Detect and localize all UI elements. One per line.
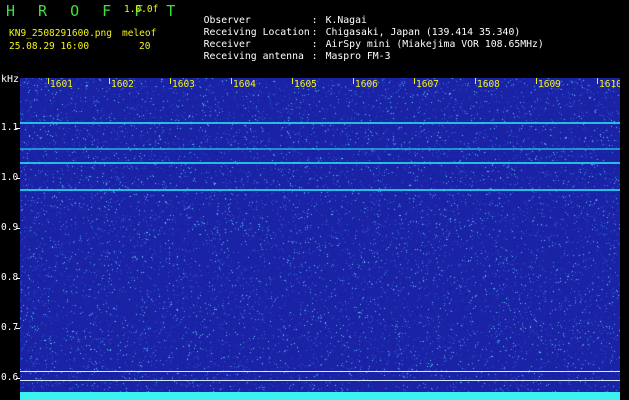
x-tick-mark xyxy=(475,78,476,84)
meleof-label: meleof xyxy=(122,28,157,39)
x-tick-label: 1603 xyxy=(172,79,195,90)
x-tick-mark xyxy=(536,78,537,84)
spectrogram-noise xyxy=(20,78,620,392)
info-row-antenna: Receiving antenna: Maspro FM-3 xyxy=(203,51,391,62)
info-value: Maspro FM-3 xyxy=(325,51,391,62)
x-tick-mark xyxy=(414,78,415,84)
filename-label: KN9_2508291600.png xyxy=(9,28,112,39)
x-tick-mark xyxy=(170,78,171,84)
signal-line xyxy=(20,148,620,150)
spectrogram: 1601 1602 1603 1604 1605 1606 1607 1608 1609 1610 xyxy=(20,78,620,392)
datetime-label: 25.08.29 16:00 xyxy=(9,41,90,52)
x-tick-mark xyxy=(48,78,49,84)
signal-line xyxy=(20,162,620,164)
x-tick-label: 1606 xyxy=(355,79,378,90)
x-tick-label: 1602 xyxy=(111,79,134,90)
signal-line xyxy=(20,122,620,124)
x-tick-label: 1610 xyxy=(599,79,620,90)
right-margin xyxy=(620,78,629,400)
x-tick-label: 1609 xyxy=(538,79,561,90)
bottom-band xyxy=(20,392,620,400)
x-tick-mark xyxy=(292,78,293,84)
x-tick-label: 1607 xyxy=(416,79,439,90)
signal-line xyxy=(20,189,620,191)
reference-line xyxy=(20,380,620,381)
version-label: 1.0.0f xyxy=(124,4,159,15)
header-panel: H R O F F T 1.0.0f KN9_2508291600.png me… xyxy=(0,0,629,78)
x-tick-label: 1604 xyxy=(233,79,256,90)
x-tick-mark xyxy=(109,78,110,84)
y-unit-label: kHz xyxy=(1,74,20,85)
x-tick-mark xyxy=(597,78,598,84)
info-key: Receiving antenna xyxy=(203,51,304,62)
x-tick-mark xyxy=(231,78,232,84)
x-tick-label: 1608 xyxy=(477,79,500,90)
x-tick-label: 1601 xyxy=(50,79,73,90)
reference-line xyxy=(20,371,620,372)
x-tick-label: 1605 xyxy=(294,79,317,90)
meleof-value: 20 xyxy=(139,41,151,52)
x-tick-mark xyxy=(353,78,354,84)
